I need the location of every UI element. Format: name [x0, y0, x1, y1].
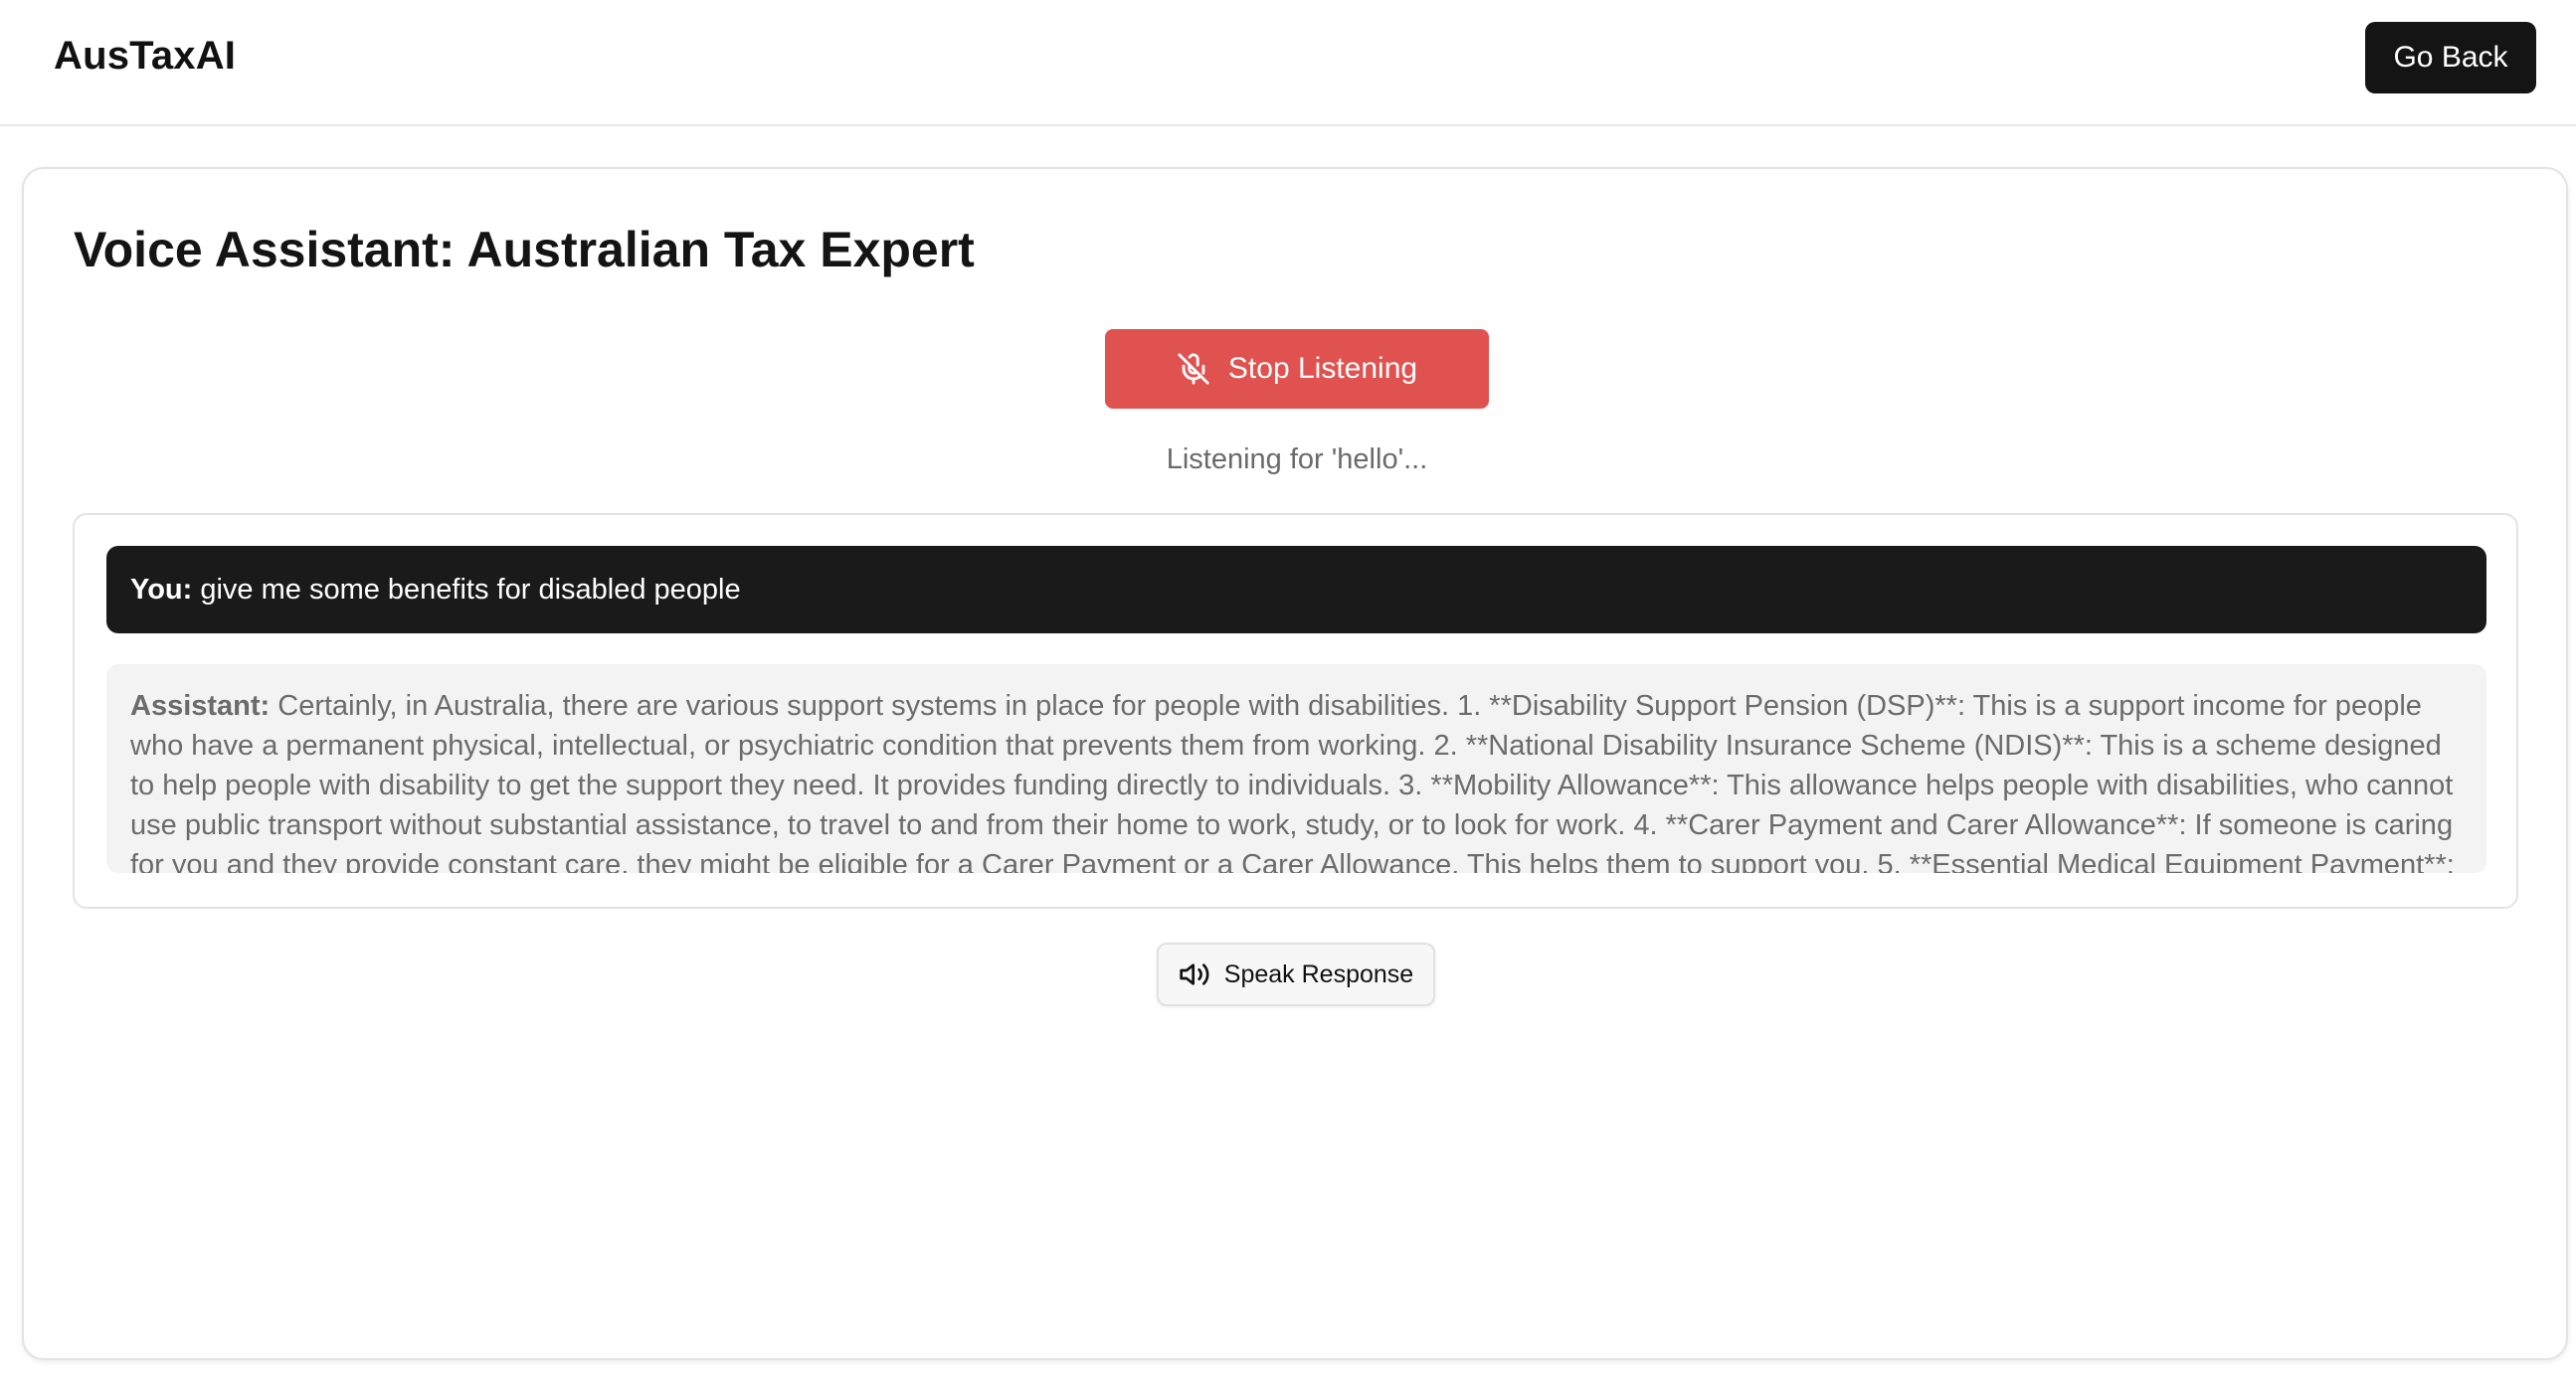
listening-status: Listening for 'hello'... [1166, 443, 1428, 475]
speak-response-label: Speak Response [1223, 960, 1414, 988]
user-message-text: give me some benefits for disabled peopl… [200, 574, 741, 606]
assistant-message-text: Certainly, in Australia, there are vario… [130, 690, 2455, 873]
brand-logo-text: AusTaxAI [54, 34, 237, 78]
conversation-panel: You: give me some benefits for disabled … [73, 513, 2518, 909]
stop-listening-label: Stop Listening [1227, 352, 1418, 385]
user-speaker-label: You: [130, 574, 193, 606]
volume-icon [1179, 959, 1210, 990]
mic-off-icon [1177, 352, 1210, 386]
speak-response-button[interactable]: Speak Response [1157, 943, 1435, 1006]
assistant-message[interactable]: Assistant: Certainly, in Australia, ther… [106, 664, 2486, 873]
go-back-button[interactable]: Go Back [2365, 22, 2536, 93]
stop-listening-button[interactable]: Stop Listening [1105, 329, 1489, 409]
page-title: Voice Assistant: Australian Tax Expert [74, 222, 975, 277]
top-header: AusTaxAI Go Back [0, 0, 2576, 126]
voice-assistant-card: Voice Assistant: Australian Tax Expert S… [22, 167, 2568, 1360]
user-message: You: give me some benefits for disabled … [106, 546, 2486, 633]
assistant-speaker-label: Assistant: [130, 690, 271, 722]
